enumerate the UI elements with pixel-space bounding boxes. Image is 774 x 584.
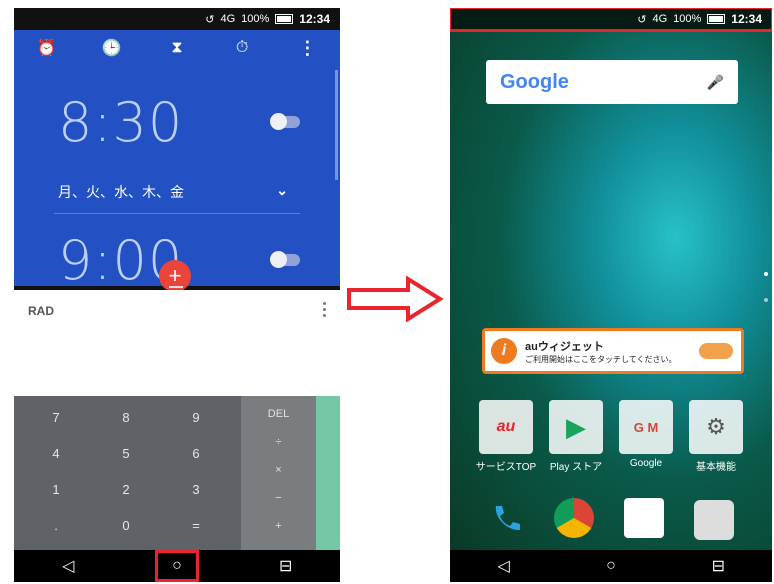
battery-percent: 100%: [673, 13, 702, 25]
split-screen-handle[interactable]: [169, 286, 183, 288]
key-7[interactable]: 7: [36, 410, 76, 425]
app-basic-functions[interactable]: ⚙ 基本機能: [684, 400, 748, 473]
play-store-icon: ▶: [549, 400, 603, 454]
recents-button[interactable]: ⊟: [266, 552, 306, 580]
alarm-toggle[interactable]: [270, 251, 300, 268]
advanced-panel-handle[interactable]: [316, 396, 340, 550]
status-bar: ↺ 4G 100% 12:34: [450, 8, 772, 32]
au-mail-icon[interactable]: [624, 498, 664, 538]
au-widget-text: auウィジェット ご利用開始はここをタッチしてください。: [525, 338, 677, 365]
alarm-clock-icon[interactable]: ⏰: [35, 36, 59, 60]
day-label[interactable]: 水、: [114, 182, 142, 202]
app-label: サービスTOP: [475, 462, 537, 473]
alarm-days: 月、 火、 水、 木、 金 ⌄: [58, 182, 288, 202]
calculator-keypad: 7 8 9 4 5 6 1 2 3 . 0 = DEL ÷ × − +: [14, 396, 340, 550]
key-6[interactable]: 6: [176, 446, 216, 461]
signal-indicator: 4G: [220, 13, 236, 25]
microphone-icon[interactable]: 🎤: [707, 74, 724, 91]
status-time: 12:34: [299, 12, 330, 26]
minus-button[interactable]: −: [241, 492, 316, 504]
page-indicator-dot: [764, 298, 768, 302]
navigation-bar: ◁ ○ ⊟: [450, 550, 772, 582]
delete-button[interactable]: DEL: [241, 408, 316, 420]
divider: [54, 213, 300, 214]
basic-functions-folder-icon: ⚙: [689, 400, 743, 454]
multiply-button[interactable]: ×: [241, 464, 316, 476]
app-label: Play ストア: [549, 462, 603, 473]
app-play-store[interactable]: ▶ Play ストア: [544, 400, 608, 473]
cloud-icon: [699, 343, 733, 359]
au-info-icon: i: [491, 338, 517, 364]
au-widget-title: auウィジェット: [525, 340, 604, 353]
status-time: 12:34: [731, 12, 762, 26]
more-menu-icon[interactable]: [323, 302, 326, 317]
google-logo: Google: [500, 70, 569, 93]
alarm-time[interactable]: 8:30: [58, 91, 183, 154]
chevron-down-icon[interactable]: ⌄: [276, 182, 288, 202]
transition-arrow: [347, 276, 444, 322]
nfc-icon: ↺: [205, 13, 215, 26]
battery-icon: [275, 14, 294, 24]
nfc-icon: ↺: [637, 13, 647, 26]
key-3[interactable]: 3: [176, 482, 216, 497]
key-4[interactable]: 4: [36, 446, 76, 461]
home-button[interactable]: ○: [591, 552, 631, 580]
key-decimal[interactable]: .: [36, 518, 76, 533]
more-menu-icon[interactable]: ⋮: [295, 36, 319, 60]
signal-indicator: 4G: [652, 13, 668, 25]
day-label[interactable]: 木、: [142, 182, 170, 202]
home-button[interactable]: ○: [154, 550, 199, 582]
key-9[interactable]: 9: [176, 410, 216, 425]
key-1[interactable]: 1: [36, 482, 76, 497]
back-button[interactable]: ◁: [484, 552, 524, 580]
operator-pad: DEL ÷ × − +: [241, 396, 316, 550]
key-5[interactable]: 5: [106, 446, 146, 461]
app-label: 基本機能: [696, 462, 736, 473]
key-8[interactable]: 8: [106, 410, 146, 425]
divide-button[interactable]: ÷: [241, 436, 316, 448]
angle-mode-label: RAD: [28, 304, 54, 318]
recents-button[interactable]: ⊟: [698, 552, 738, 580]
day-label[interactable]: 金: [170, 182, 184, 202]
app-label: Google: [629, 458, 663, 469]
alarm-item[interactable]: 8:30: [58, 91, 300, 154]
camera-icon[interactable]: [694, 500, 734, 540]
au-widget[interactable]: i auウィジェット ご利用開始はここをタッチしてください。: [482, 328, 744, 374]
clock-tab-bar: ⏰ 🕒 ⧗ ⏱ ⋮: [14, 30, 340, 66]
stopwatch-icon[interactable]: ⏱: [230, 36, 254, 60]
status-bar: ↺ 4G 100% 12:34: [14, 8, 340, 30]
plus-button[interactable]: +: [241, 520, 316, 532]
clock-icon[interactable]: 🕒: [100, 36, 124, 60]
key-equals[interactable]: =: [176, 518, 216, 533]
app-service-top[interactable]: au サービスTOP: [474, 400, 538, 473]
battery-icon: [707, 14, 726, 24]
back-button[interactable]: ◁: [48, 552, 88, 580]
phone-icon[interactable]: [486, 498, 526, 538]
day-label[interactable]: 火、: [86, 182, 114, 202]
day-label[interactable]: 月、: [58, 182, 86, 202]
au-service-icon: au: [479, 400, 533, 454]
hourglass-icon[interactable]: ⧗: [165, 36, 189, 60]
chrome-icon[interactable]: [554, 498, 594, 538]
calculator-display: RAD: [14, 290, 340, 400]
page-indicator-dot: [764, 272, 768, 276]
app-google-folder[interactable]: G M Google: [614, 400, 678, 469]
clock-app: ⏰ 🕒 ⧗ ⏱ ⋮ 8:30 月、 火、 水、 木、 金 ⌄ 9:00 +: [14, 30, 340, 292]
key-2[interactable]: 2: [106, 482, 146, 497]
key-0[interactable]: 0: [106, 518, 146, 533]
au-widget-body: i auウィジェット ご利用開始はここをタッチしてください。: [485, 331, 741, 371]
battery-percent: 100%: [241, 13, 270, 25]
google-search-bar[interactable]: Google 🎤: [486, 60, 738, 104]
alarm-toggle[interactable]: [270, 113, 300, 130]
scrollbar[interactable]: [335, 70, 338, 180]
google-folder-icon: G M: [619, 400, 673, 454]
navigation-bar: ◁ ○ ⊟: [14, 550, 340, 582]
left-phone-screen: ↺ 4G 100% 12:34 ⏰ 🕒 ⧗ ⏱ ⋮ 8:30 月、 火、 水、 …: [14, 8, 340, 582]
au-widget-subtitle: ご利用開始はここをタッチしてください。: [525, 354, 677, 364]
right-phone-screen: ↺ 4G 100% 12:34 Google 🎤 i auウィジェット ご利用開…: [450, 8, 772, 582]
